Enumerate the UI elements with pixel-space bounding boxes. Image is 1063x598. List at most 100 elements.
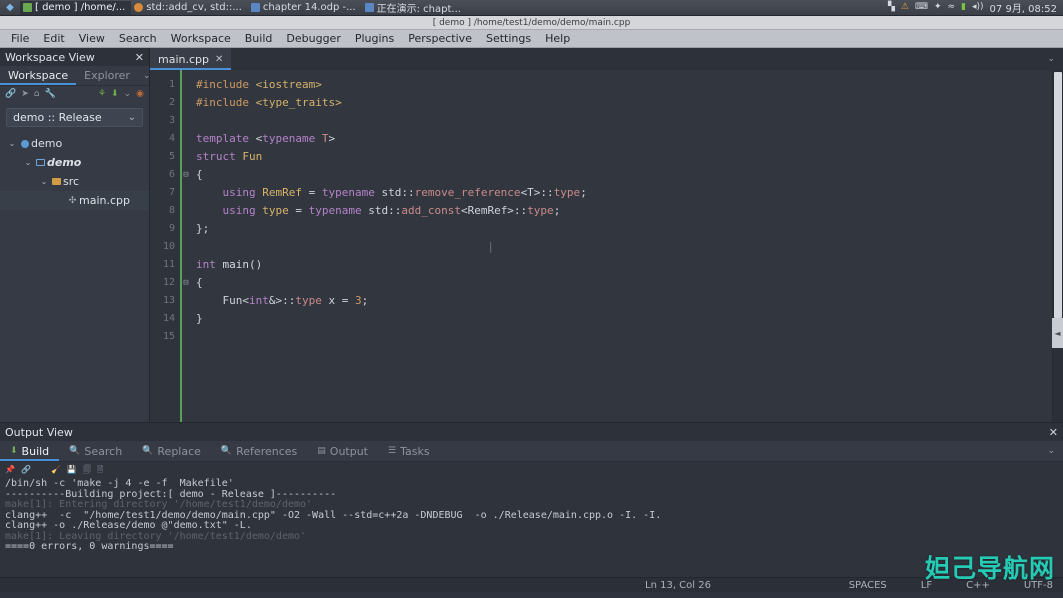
code-token: 3 [354, 294, 362, 307]
wifi-icon[interactable]: ≈ [948, 3, 956, 12]
line-number: 13 [162, 295, 175, 306]
output-tab-label: Output [329, 444, 368, 458]
code-text[interactable]: #include <iostream> #include <type_traits… [190, 70, 1063, 422]
clock[interactable]: 07 9月, 08:52 [990, 0, 1057, 15]
build-output-log[interactable]: /bin/sh -c 'make -j 4 -e -f Makefile' ---… [0, 477, 1063, 577]
code-line: { [196, 274, 1063, 292]
battery-icon[interactable]: ▮ [961, 3, 966, 12]
menu-item-file[interactable]: File [4, 30, 36, 47]
output-tab-references[interactable]: 🔍 References [211, 441, 307, 461]
stop-icon[interactable]: ◉ [136, 90, 144, 99]
pin-icon[interactable]: 📌 [5, 465, 15, 474]
cursor-position[interactable]: Ln 13, Col 26 [645, 580, 711, 591]
menu-item-debugger[interactable]: Debugger [279, 30, 347, 47]
copy-all-icon[interactable]: 🗎 [97, 465, 103, 474]
output-tab-replace[interactable]: 🔍 Replace [132, 441, 211, 461]
link-icon[interactable]: 🔗 [21, 465, 31, 474]
close-icon[interactable]: ✕ [1049, 426, 1058, 439]
code-token: int [196, 258, 223, 271]
panel-collapse-handle[interactable]: ◄ [1052, 318, 1063, 348]
tree-item-src[interactable]: ⌄ src [0, 172, 149, 191]
workspace-tab-explorer[interactable]: Explorer [76, 66, 138, 85]
code-token: { [196, 168, 203, 181]
tree-item-label: demo [47, 156, 82, 169]
indent-mode[interactable]: SPACES [849, 580, 887, 591]
scrollbar-thumb[interactable] [1054, 72, 1062, 318]
home-icon[interactable]: ⌂ [34, 90, 40, 99]
menu-item-help[interactable]: Help [538, 30, 577, 47]
chevron-down-icon[interactable]: ⌄ [1039, 441, 1063, 461]
eol-mode[interactable]: LF [921, 580, 932, 591]
project-config-value: demo :: Release [13, 111, 102, 124]
build-icon: ⬇ [10, 446, 18, 456]
chevron-down-icon[interactable]: ⌄ [124, 90, 132, 99]
taskbar-task-2[interactable]: chapter 14.odp -... [248, 1, 362, 15]
code-token: int [248, 294, 269, 307]
code-token: typename [321, 186, 375, 199]
line-number: 3 [168, 115, 175, 126]
chevron-down-icon[interactable]: ⌄ [6, 139, 18, 148]
fold-toggle-icon[interactable]: ⊟ [182, 274, 190, 292]
editor-vertical-scrollbar[interactable] [1052, 70, 1063, 422]
code-line: { [196, 166, 1063, 184]
tree-item-demo[interactable]: ⌄ demo [0, 153, 149, 172]
code-token: type [553, 186, 581, 199]
volume-icon[interactable]: ◂)) [972, 3, 984, 12]
output-tab-bar: ⬇ Build 🔍 Search 🔍 Replace 🔍 References ▤ Output ☰… [0, 441, 1063, 462]
menu-item-plugins[interactable]: Plugins [348, 30, 401, 47]
chevron-down-icon[interactable]: ⌄ [22, 158, 34, 167]
menu-item-perspective[interactable]: Perspective [401, 30, 479, 47]
output-tab-tasks[interactable]: ☰ Tasks [378, 441, 440, 461]
tree-item-demo[interactable]: ⌄ demo [0, 134, 149, 153]
project-config-select[interactable]: demo :: Release ⌄ [6, 108, 143, 127]
editor-tab-main-cpp[interactable]: main.cpp ✕ [150, 48, 232, 70]
menu-item-edit[interactable]: Edit [36, 30, 71, 47]
warning-icon[interactable]: ⚠ [901, 3, 909, 12]
taskbar-task-0[interactable]: [ demo ] /home/... [20, 0, 132, 15]
taskbar-task-3[interactable]: 正在演示: chapt... [362, 1, 467, 15]
menu-item-build[interactable]: Build [238, 30, 280, 47]
fold-toggle-icon[interactable]: ⊟ [182, 166, 190, 184]
close-icon[interactable]: ✕ [135, 51, 144, 64]
workspace-tab-workspace[interactable]: Workspace [0, 66, 76, 85]
editor-tab-label: main.cpp [158, 52, 209, 66]
menu-item-settings[interactable]: Settings [479, 30, 538, 47]
menu-item-search[interactable]: Search [112, 30, 164, 47]
bluetooth-icon[interactable]: ✦ [934, 3, 942, 12]
app-root: ◆ [ demo ] /home/... std::add_cv, std::..… [0, 0, 1063, 598]
output-tab-search[interactable]: 🔍 Search [59, 441, 132, 461]
code-token: type [262, 204, 289, 217]
code-fold-column[interactable]: ⊟ ⊟ [180, 70, 190, 422]
copy-icon[interactable]: 🗐 [83, 465, 91, 474]
code-token: ; [553, 204, 561, 217]
clear-icon[interactable]: 🧹 [51, 465, 61, 474]
code-line: #include <type_traits> [196, 94, 1063, 112]
encoding-mode[interactable]: UTF-8 [1024, 580, 1053, 591]
output-tab-output[interactable]: ▤ Output [307, 441, 378, 461]
save-icon[interactable]: 💾 [67, 465, 77, 474]
menu-item-workspace[interactable]: Workspace [164, 30, 238, 47]
chevron-down-icon[interactable]: ⌄ [38, 177, 50, 186]
code-token: = [301, 186, 322, 199]
keyboard-icon[interactable]: ⌨ [915, 3, 928, 12]
run-icon[interactable]: ⚘ [98, 90, 106, 99]
line-number: 5 [168, 151, 175, 162]
start-menu-icon[interactable]: ◆ [0, 2, 20, 13]
language-mode[interactable]: C++ [966, 580, 990, 591]
build-icon[interactable]: ⬇ [111, 90, 119, 99]
task-blue-icon [250, 3, 260, 12]
link-icon[interactable]: 🔗 [5, 90, 16, 99]
send-icon[interactable]: ➤ [21, 90, 29, 99]
menu-item-view[interactable]: View [72, 30, 112, 47]
build-log-line: clang++ -o ./Release/demo @"demo.txt" -L… [5, 520, 252, 531]
code-token: using [196, 186, 263, 199]
output-tab-build[interactable]: ⬇ Build [0, 441, 59, 461]
cpp-file-icon: ✣ [68, 195, 77, 206]
network-icon[interactable]: ▚ [888, 3, 895, 12]
taskbar-task-1[interactable]: std::add_cv, std::... [131, 1, 248, 15]
tree-item-main-cpp[interactable]: ✣ main.cpp [0, 191, 149, 210]
wrench-icon[interactable]: 🔧 [44, 90, 55, 99]
close-icon[interactable]: ✕ [215, 54, 223, 65]
chevron-down-icon[interactable]: ⌄ [1039, 48, 1063, 70]
